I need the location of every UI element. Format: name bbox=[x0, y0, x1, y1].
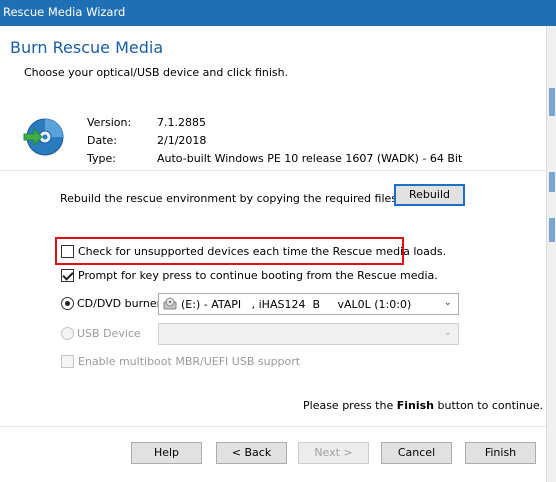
finish-hint: Please press the Finish button to contin… bbox=[303, 399, 543, 412]
cd-dvd-radio[interactable] bbox=[61, 297, 74, 310]
finish-button[interactable]: Finish bbox=[465, 442, 536, 464]
date-label: Date: bbox=[87, 134, 117, 147]
usb-device-radio[interactable] bbox=[61, 327, 74, 340]
background-tab-mark bbox=[549, 172, 555, 192]
usb-device-select[interactable]: ⌄ bbox=[158, 323, 459, 345]
finish-hint-suffix: button to continue. bbox=[434, 399, 544, 412]
header-divider bbox=[0, 170, 546, 171]
title-bar: Rescue Media Wizard bbox=[0, 0, 556, 26]
cd-dvd-drive-value: (E:) - ATAPI , iHAS124 B vAL0L (1:0:0) bbox=[181, 298, 412, 311]
chevron-down-icon: ⌄ bbox=[443, 297, 452, 308]
chevron-down-icon: ⌄ bbox=[443, 327, 452, 338]
cd-dvd-drive-select[interactable]: (E:) - ATAPI , iHAS124 B vAL0L (1:0:0) ⌄ bbox=[158, 293, 459, 315]
help-button[interactable]: Help bbox=[131, 442, 202, 464]
prompt-key-checkbox[interactable] bbox=[61, 269, 74, 282]
background-tab-mark bbox=[549, 218, 555, 242]
usb-device-label[interactable]: USB Device bbox=[77, 327, 141, 340]
rebuild-button[interactable]: Rebuild bbox=[394, 184, 465, 206]
cancel-button[interactable]: Cancel bbox=[381, 442, 452, 464]
date-value: 2/1/2018 bbox=[157, 134, 207, 147]
type-value: Auto-built Windows PE 10 release 1607 (W… bbox=[157, 152, 463, 165]
finish-hint-emphasis: Finish bbox=[396, 399, 434, 412]
cd-with-arrow-icon bbox=[23, 118, 64, 156]
page-title: Burn Rescue Media bbox=[10, 38, 164, 57]
version-value: 7.1.2885 bbox=[157, 116, 206, 129]
prompt-key-label[interactable]: Prompt for key press to continue booting… bbox=[78, 269, 438, 282]
optical-drive-icon bbox=[163, 297, 177, 310]
back-button[interactable]: < Back bbox=[216, 442, 287, 464]
background-tab-mark bbox=[549, 88, 555, 116]
wizard-dialog: Burn Rescue Media Choose your optical/US… bbox=[0, 26, 546, 482]
version-label: Version: bbox=[87, 116, 132, 129]
page-subtitle: Choose your optical/USB device and click… bbox=[24, 66, 289, 79]
next-button[interactable]: Next > bbox=[298, 442, 369, 464]
cd-dvd-label[interactable]: CD/DVD burner bbox=[77, 297, 161, 310]
multiboot-label[interactable]: Enable multiboot MBR/UEFI USB support bbox=[78, 355, 300, 368]
rebuild-description: Rebuild the rescue environment by copyin… bbox=[60, 192, 398, 205]
multiboot-checkbox[interactable] bbox=[61, 355, 74, 368]
footer-divider bbox=[0, 426, 546, 427]
window-title: Rescue Media Wizard bbox=[3, 5, 126, 19]
unsupported-devices-label[interactable]: Check for unsupported devices each time … bbox=[78, 245, 446, 258]
type-label: Type: bbox=[87, 152, 116, 165]
unsupported-devices-checkbox[interactable] bbox=[61, 245, 74, 258]
background-window-edge bbox=[546, 26, 556, 482]
finish-hint-prefix: Please press the bbox=[303, 399, 397, 412]
